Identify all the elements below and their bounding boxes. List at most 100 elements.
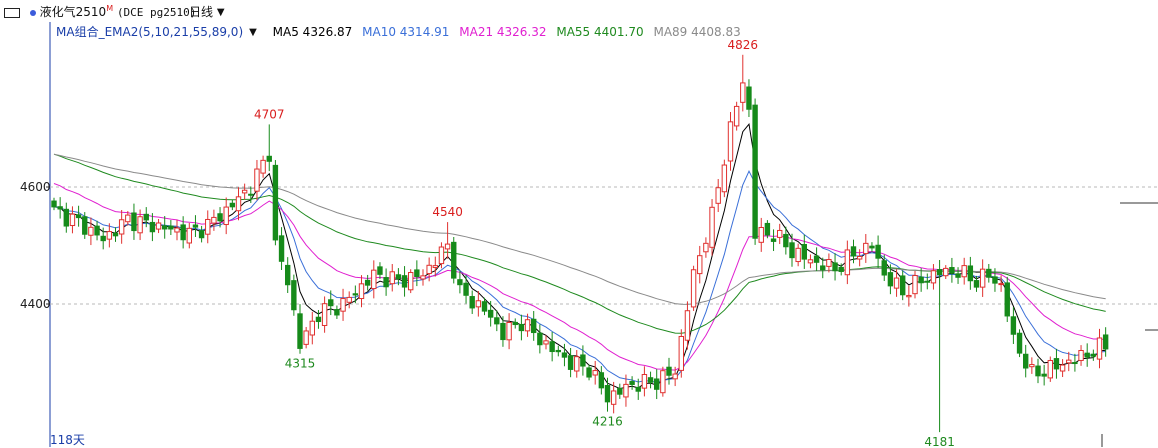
candle-body[interactable] [844,249,851,276]
candle-body[interactable] [900,275,906,296]
candle-body[interactable] [869,245,875,249]
candle-body[interactable] [1047,360,1053,379]
candle-body[interactable] [524,319,531,332]
candle-body[interactable] [832,262,838,272]
candle-body[interactable] [703,242,709,253]
candle-body[interactable] [1053,358,1060,370]
candle-body[interactable] [537,332,543,346]
candle-body[interactable] [850,246,857,257]
candle-body[interactable] [654,378,660,390]
candle-body[interactable] [198,230,205,239]
candles-layer[interactable] [51,54,1109,433]
candle-body[interactable] [100,235,106,242]
candle-body[interactable] [118,219,125,235]
candle-body[interactable] [1029,364,1035,368]
candle-body[interactable] [180,224,186,241]
candle-body[interactable] [1102,334,1109,350]
candle-body[interactable] [1090,353,1097,357]
candle-body[interactable] [1078,350,1084,361]
candle-body[interactable] [125,214,131,223]
candle-body[interactable] [586,367,592,378]
candle-body[interactable] [254,168,260,192]
candle-body[interactable] [906,294,912,298]
candle-body[interactable] [51,200,57,208]
candle-body[interactable] [709,206,715,248]
candle-body[interactable] [617,387,623,395]
candle-body[interactable] [346,296,352,303]
candle-body[interactable] [770,238,777,242]
candle-body[interactable] [961,265,967,278]
candle-body[interactable] [358,283,365,300]
candle-body[interactable] [856,256,863,260]
candle-body[interactable] [979,268,986,288]
candle-body[interactable] [580,354,586,367]
candle-body[interactable] [721,164,728,193]
candle-body[interactable] [426,264,432,275]
candle-body[interactable] [838,266,844,272]
candle-body[interactable] [408,272,414,291]
candle-body[interactable] [297,313,303,349]
candle-body[interactable] [414,269,420,277]
candle-body[interactable] [162,225,168,230]
candle-body[interactable] [291,280,297,311]
candle-body[interactable] [893,277,900,289]
candle-body[interactable] [1066,359,1072,364]
candle-body[interactable] [1023,353,1029,369]
candle-body[interactable] [666,366,672,376]
candle-body[interactable] [820,265,826,271]
candle-body[interactable] [512,321,518,326]
candle-body[interactable] [826,259,832,267]
candle-body[interactable] [930,270,937,284]
candle-body[interactable] [1010,316,1017,335]
candle-body[interactable] [432,265,439,268]
candle-body[interactable] [352,293,359,296]
candle-body[interactable] [217,213,223,222]
candle-body[interactable] [967,265,974,282]
candle-body[interactable] [955,273,961,278]
candle-body[interactable] [401,275,408,288]
candle-body[interactable] [229,202,236,208]
candle-body[interactable] [672,373,678,380]
candle-body[interactable] [463,282,469,296]
candle-body[interactable] [604,385,611,403]
candle-body[interactable] [783,233,789,248]
candle-body[interactable] [1035,365,1041,377]
candle-body[interactable] [598,372,605,389]
candle-body[interactable] [1072,362,1078,365]
candle-body[interactable] [395,274,402,280]
candle-body[interactable] [592,370,598,376]
candle-body[interactable] [364,279,371,286]
candle-body[interactable] [451,241,457,279]
candle-body[interactable] [949,267,955,274]
candle-body[interactable] [143,213,149,221]
candle-body[interactable] [924,280,930,283]
candle-body[interactable] [506,321,512,341]
candle-body[interactable] [727,121,734,162]
candle-body[interactable] [697,255,703,275]
candle-body[interactable] [174,227,180,233]
candle-body[interactable] [912,275,918,295]
candle-body[interactable] [235,196,242,212]
candle-body[interactable] [936,269,943,276]
candle-body[interactable] [334,309,340,316]
candle-body[interactable] [457,279,463,286]
candle-body[interactable] [278,235,285,262]
candle-body[interactable] [629,381,635,385]
candle-body[interactable] [973,280,980,288]
candle-body[interactable] [518,323,525,332]
candle-body[interactable] [88,226,94,236]
candle-body[interactable] [733,105,740,127]
candle-body[interactable] [561,352,568,358]
candle-body[interactable] [660,370,666,394]
candle-body[interactable] [469,296,475,309]
candle-body[interactable] [1059,364,1066,372]
candle-body[interactable] [610,390,617,405]
candle-body[interactable] [1004,282,1010,317]
candle-body[interactable] [321,303,328,326]
candle-body[interactable] [678,335,684,371]
candle-body[interactable] [1016,332,1023,354]
candle-body[interactable] [155,222,162,230]
candle-body[interactable] [684,310,691,341]
candle-body[interactable] [758,226,764,243]
candle-body[interactable] [1041,373,1047,377]
